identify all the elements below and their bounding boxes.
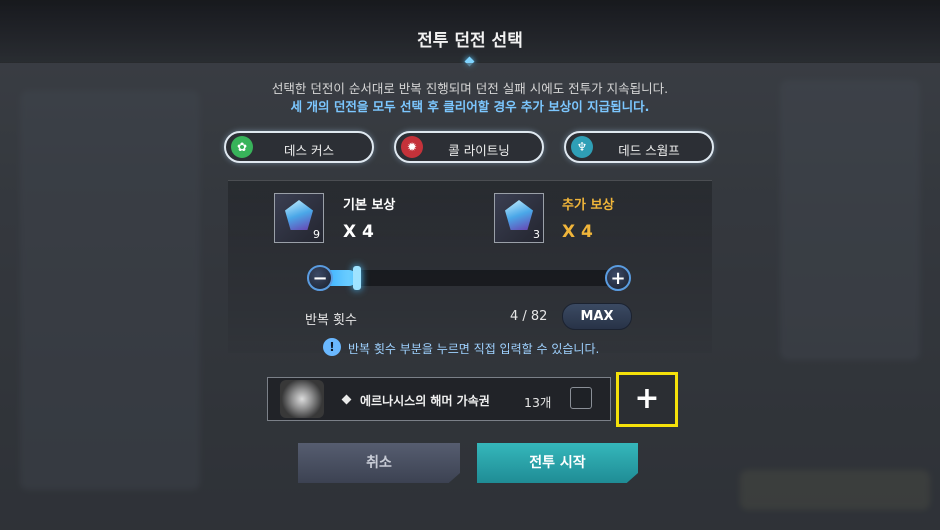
- max-button[interactable]: MAX: [562, 303, 632, 330]
- repeat-slider-thumb[interactable]: [352, 266, 361, 290]
- start-battle-button[interactable]: 전투 시작: [477, 443, 638, 483]
- bonus-reward-title: 추가 보상: [562, 198, 615, 213]
- green-emblem-icon: ✿: [231, 136, 253, 158]
- repeat-count-label: 반복 횟수: [305, 313, 357, 328]
- basic-reward-item-icon[interactable]: 9: [274, 193, 324, 243]
- reward-item-count: 3: [533, 228, 540, 241]
- ticket-name: 에르나시스의 해머 가속권: [360, 394, 490, 408]
- dungeon-button-dead-swamp[interactable]: ♆ 데드 스웜프: [564, 131, 714, 163]
- dungeon-label: 콜 라이트닝: [448, 143, 510, 158]
- info-icon: !: [323, 338, 341, 356]
- increase-button[interactable]: +: [605, 265, 631, 291]
- info-text: 반복 횟수 부분을 누르면 직접 입력할 수 있습니다.: [348, 342, 600, 356]
- basic-reward-qty: X 4: [343, 222, 374, 242]
- dialog-title: 전투 던전 선택: [417, 31, 523, 51]
- ticket-count: 13개: [524, 395, 552, 410]
- teal-emblem-icon: ♆: [571, 136, 593, 158]
- reward-item-count: 9: [313, 228, 320, 241]
- cancel-button[interactable]: 취소: [298, 443, 460, 483]
- red-emblem-icon: ✹: [401, 136, 423, 158]
- decrease-button[interactable]: −: [307, 265, 333, 291]
- description-text: 선택한 던전이 순서대로 반복 진행되며 던전 실패 시에도 전투가 지속됩니다…: [271, 81, 669, 96]
- dungeon-button-death-curse[interactable]: ✿ 데스 커스: [224, 131, 374, 163]
- bonus-reward-qty: X 4: [562, 222, 593, 242]
- crystal-box-icon: [505, 200, 533, 230]
- dungeon-button-call-lightning[interactable]: ✹ 콜 라이트닝: [394, 131, 544, 163]
- bonus-reward-item-icon[interactable]: 3: [494, 193, 544, 243]
- bonus-description-text: 세 개의 던전을 모두 선택 후 클리어할 경우 추가 보상이 지급됩니다.: [290, 99, 650, 114]
- ticket-checkbox[interactable]: [570, 387, 592, 409]
- repeat-slider-track[interactable]: [318, 270, 620, 286]
- repeat-count-value[interactable]: 4 / 82: [510, 309, 547, 324]
- dungeon-label: 데드 스웜프: [618, 143, 680, 158]
- add-ticket-button[interactable]: +: [616, 372, 678, 427]
- dungeon-label: 데스 커스: [284, 143, 334, 158]
- crystal-box-icon: [285, 200, 313, 230]
- hammer-ticket-icon: [280, 380, 324, 418]
- basic-reward-title: 기본 보상: [343, 198, 396, 213]
